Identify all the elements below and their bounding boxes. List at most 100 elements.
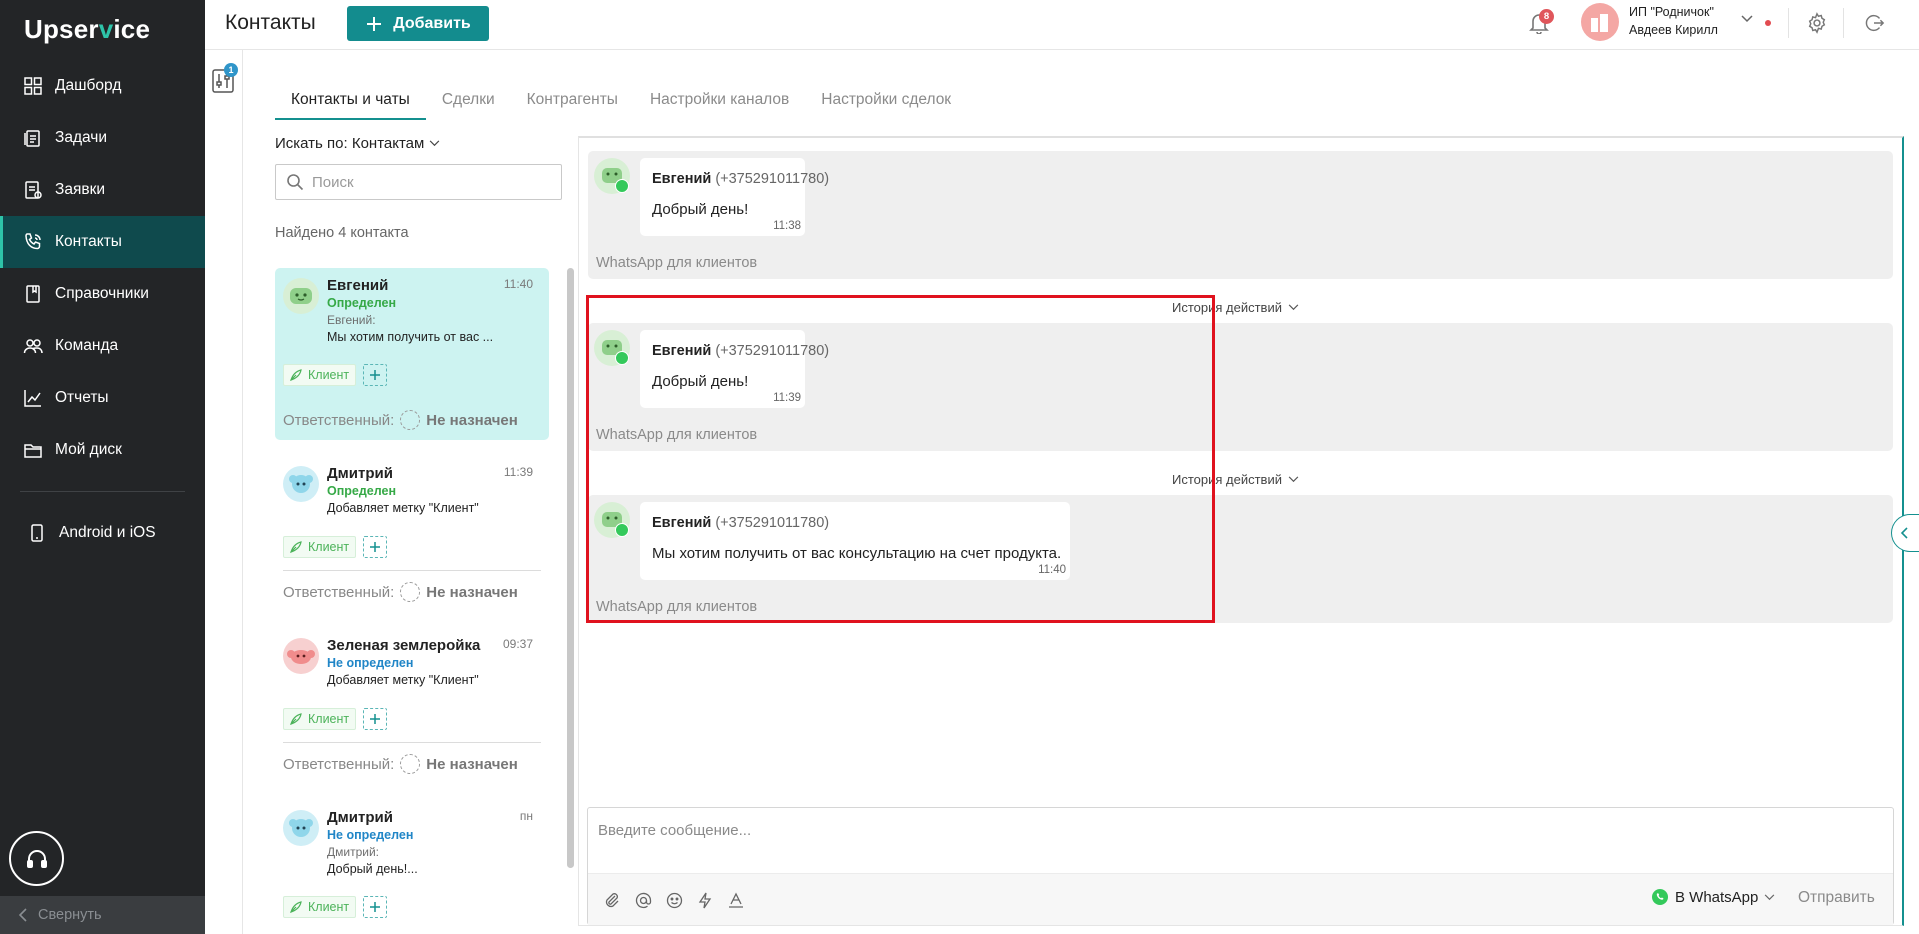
send-button[interactable]: Отправить xyxy=(1798,889,1875,907)
contact-card[interactable]: Дмитрий пн Не определен Дмитрий: Добрый … xyxy=(275,800,549,918)
avatar xyxy=(283,810,319,846)
sender-phone: (+375291011780) xyxy=(715,171,830,187)
contact-card[interactable]: Евгений 11:40 Определен Евгений: Мы хоти… xyxy=(275,268,549,440)
contact-list-scrollbar[interactable] xyxy=(567,268,574,868)
contact-card[interactable]: Зеленая землеройка 09:37 Не определен До… xyxy=(275,628,549,785)
client-tag[interactable]: Клиент xyxy=(283,896,357,918)
responsible-row[interactable]: Ответственный: Не назначен xyxy=(283,410,518,430)
contact-time: 09:37 xyxy=(502,637,533,651)
tab-deal-settings[interactable]: Настройки сделок xyxy=(805,83,967,120)
org-name: ИП "Родничок" xyxy=(1629,5,1714,19)
sidebar-item-reports[interactable]: Отчеты xyxy=(0,372,205,424)
contact-name: Зеленая землеройка xyxy=(327,637,481,654)
logout-icon[interactable] xyxy=(1863,12,1885,34)
avatar xyxy=(283,466,319,502)
tab-deals[interactable]: Сделки xyxy=(426,83,511,120)
top-header: Контакты Добавить 8 ИП "Родничок" Авдеев … xyxy=(205,0,1919,50)
tab-channel-settings[interactable]: Настройки каналов xyxy=(634,83,805,120)
sidebar-item-my-disk[interactable]: Мой диск xyxy=(0,424,205,476)
avatar xyxy=(283,278,319,314)
add-tag-button[interactable] xyxy=(363,896,387,918)
client-tag[interactable]: Клиент xyxy=(283,364,357,386)
sidebar-item-dashboard[interactable]: Дашборд xyxy=(0,60,205,112)
status-dot xyxy=(1765,20,1771,26)
unassigned-avatar-icon xyxy=(400,582,421,602)
channel-label: WhatsApp для клиентов xyxy=(596,255,758,271)
contact-card[interactable]: Дмитрий 11:39 Определен Добавляет метку … xyxy=(275,456,549,613)
avatar xyxy=(283,638,319,674)
brand-logo[interactable]: Upservice xyxy=(24,14,150,45)
sidebar-item-contacts[interactable]: Контакты xyxy=(0,216,205,268)
whatsapp-icon xyxy=(1651,888,1669,906)
highlight-annotation-box xyxy=(586,295,1215,623)
plus-icon xyxy=(369,713,381,725)
search-by-label: Искать по: Контактам xyxy=(275,135,425,152)
add-tag-button[interactable] xyxy=(363,536,387,558)
search-input[interactable] xyxy=(312,173,542,191)
responsible-row[interactable]: Ответственный: Не назначен xyxy=(283,582,518,602)
search-icon xyxy=(286,173,304,191)
chevron-down-icon[interactable] xyxy=(1741,15,1753,23)
sidebar-item-requests[interactable]: Заявки xyxy=(0,164,205,216)
sidebar-item-mobile-apps[interactable]: Android и iOS xyxy=(0,507,205,559)
contact-status: Не определен xyxy=(327,828,414,842)
org-user-name[interactable]: ИП "Родничок" Авдеев Кирилл xyxy=(1629,3,1718,39)
mention-icon[interactable] xyxy=(633,890,653,910)
chevron-down-icon xyxy=(1764,893,1775,901)
contact-preview: Мы хотим получить от вас ... xyxy=(327,330,494,344)
channel-select[interactable]: В WhatsApp xyxy=(1651,888,1775,906)
notifications-count-badge: 8 xyxy=(1539,9,1554,24)
tab-counterparties[interactable]: Контрагенты xyxy=(511,83,634,120)
client-tag[interactable]: Клиент xyxy=(283,708,357,730)
tag-label: Клиент xyxy=(308,540,350,554)
sidebar-item-team[interactable]: Команда xyxy=(0,320,205,372)
support-button[interactable] xyxy=(9,831,64,886)
whatsapp-icon xyxy=(615,179,629,193)
add-tag-button[interactable] xyxy=(363,364,387,386)
lightning-icon[interactable] xyxy=(695,890,715,910)
sidebar-item-label: Справочники xyxy=(55,285,149,302)
sidebar-item-label: Отчеты xyxy=(55,389,109,406)
add-button[interactable]: Добавить xyxy=(347,6,489,41)
tasks-icon xyxy=(22,127,44,149)
sidebar-item-label: Команда xyxy=(55,337,119,354)
gear-icon[interactable] xyxy=(1806,12,1828,34)
message-block: Евгений (+375291011780) Добрый день! 11:… xyxy=(588,151,1893,279)
contacts-icon xyxy=(22,231,44,253)
responsible-row[interactable]: Ответственный: Не назначен xyxy=(283,754,518,774)
message-bubble: Евгений (+375291011780) Добрый день! 11:… xyxy=(640,158,829,236)
client-tag[interactable]: Клиент xyxy=(283,536,357,558)
responsible-label: Ответственный: xyxy=(283,583,395,601)
team-icon xyxy=(22,335,44,357)
contact-preview: Добрый день!... xyxy=(327,862,418,876)
text-format-icon[interactable] xyxy=(726,890,746,910)
org-avatar[interactable] xyxy=(1581,3,1619,41)
add-tag-button[interactable] xyxy=(363,708,387,730)
header-separator xyxy=(1843,8,1844,38)
plus-icon xyxy=(369,901,381,913)
emoji-icon[interactable] xyxy=(664,890,684,910)
tab-contacts-chats[interactable]: Контакты и чаты xyxy=(275,83,426,120)
chevron-down-icon xyxy=(1288,476,1299,483)
sidebar-divider xyxy=(20,491,185,492)
found-count: Найдено 4 контакта xyxy=(275,225,409,241)
plus-icon xyxy=(369,369,381,381)
contact-preview: Добавляет метку "Клиент" xyxy=(327,673,479,687)
scrollbar-thumb[interactable] xyxy=(567,268,574,868)
contact-status: Определен xyxy=(327,296,397,310)
chevron-down-icon xyxy=(429,140,440,147)
contact-status: Определен xyxy=(327,484,397,498)
message-sender: Евгений (+375291011780) xyxy=(652,171,829,187)
chevron-left-icon xyxy=(18,908,28,922)
message-input[interactable] xyxy=(598,822,1798,839)
sidebar-item-reference[interactable]: Справочники xyxy=(0,268,205,320)
collapse-sidebar-button[interactable]: Свернуть xyxy=(0,896,205,934)
sidebar-item-label: Контакты xyxy=(55,233,122,250)
search-by-dropdown[interactable]: Искать по: Контактам xyxy=(275,135,440,152)
sidebar-item-tasks[interactable]: Задачи xyxy=(0,112,205,164)
paperclip-icon[interactable] xyxy=(602,890,622,910)
message-time: 11:38 xyxy=(773,220,801,232)
filter-column: 1 xyxy=(205,50,243,934)
tag-label: Клиент xyxy=(308,900,350,914)
add-button-label: Добавить xyxy=(393,14,471,32)
